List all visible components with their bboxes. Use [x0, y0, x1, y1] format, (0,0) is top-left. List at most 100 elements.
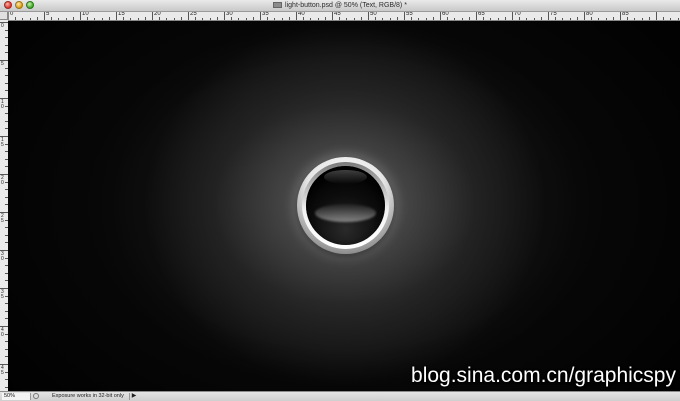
ruler-tick — [648, 17, 650, 20]
ruler-tick — [288, 17, 290, 20]
ruler-label-top: 80 — [586, 12, 593, 17]
document-title-area: light-button.psd @ 50% (Text, RGB/8) * — [0, 0, 680, 11]
ruler-tick — [108, 17, 110, 20]
zoom-level-field[interactable]: 50% — [2, 393, 31, 400]
ruler-label-left: 15 — [1, 137, 4, 148]
ruler-tick — [173, 18, 175, 20]
ruler-tick — [36, 17, 38, 20]
ruler-tick — [22, 18, 24, 20]
ruler-tick — [130, 18, 132, 20]
ruler-tick — [317, 18, 319, 20]
ruler-label-top: 35 — [262, 12, 269, 17]
ruler-origin-corner[interactable] — [0, 12, 8, 20]
ruler-tick — [404, 12, 405, 20]
ruler-tick — [180, 17, 182, 20]
ruler-tick — [598, 18, 600, 20]
ruler-tick — [101, 18, 103, 20]
ruler-label-left: 10 — [1, 99, 4, 110]
ruler-label-top: 20 — [154, 12, 161, 17]
ruler-label-left: 35 — [1, 289, 4, 300]
ruler-label-left: 40 — [1, 327, 4, 338]
ruler-tick — [310, 18, 312, 20]
ruler-tick — [512, 12, 513, 20]
ruler-tick — [80, 12, 81, 20]
ruler-tick — [656, 12, 657, 20]
ruler-tick — [51, 17, 53, 20]
ruler-tick — [569, 18, 571, 20]
ruler-tick — [360, 17, 362, 20]
ruler-label-top: 5 — [46, 12, 50, 17]
ruler-tick — [332, 12, 333, 20]
ruler-tick — [281, 18, 283, 20]
ruler-tick — [116, 12, 117, 20]
horizontal-ruler[interactable]: 0 5 10 15 20 25 30 35 40 45 50 55 60 65 70 75 80 85 — [8, 12, 680, 21]
ruler-tick — [224, 12, 225, 20]
ruler-tick — [497, 18, 499, 20]
ruler-tick — [58, 18, 60, 20]
ruler-tick — [166, 18, 168, 20]
ruler-tick — [188, 12, 189, 20]
ruler-tick — [15, 17, 17, 20]
ruler-label-left: 25 — [1, 213, 4, 224]
ruler-tick — [468, 17, 470, 20]
ruler-label-top: 85 — [622, 12, 629, 17]
ruler-tick — [490, 18, 492, 20]
ruler-label-top: 55 — [406, 12, 413, 17]
ruler-label-top: 25 — [190, 12, 197, 17]
ruler-tick — [44, 12, 45, 20]
ruler-label-top: 75 — [550, 12, 557, 17]
ruler-tick — [548, 12, 549, 20]
ruler-tick — [296, 12, 297, 20]
ruler-label-left: 20 — [1, 175, 4, 186]
ruler-tick — [72, 17, 74, 20]
ruler-tick — [245, 18, 247, 20]
document-title: light-button.psd @ 50% (Text, RGB/8) * — [285, 2, 407, 9]
ruler-tick — [368, 12, 369, 20]
ruler-tick — [576, 17, 578, 20]
ruler-tick — [620, 12, 621, 20]
status-info-icon — [33, 393, 39, 399]
ruler-tick — [396, 17, 398, 20]
ruler-tick — [663, 17, 665, 20]
ruler-label-left: 30 — [1, 251, 4, 262]
ruler-tick — [504, 17, 506, 20]
ruler-tick — [641, 18, 643, 20]
ruler-tick — [526, 18, 528, 20]
ruler-tick — [274, 18, 276, 20]
ruler-tick — [454, 18, 456, 20]
ruler-tick — [670, 18, 672, 20]
psd-document-icon — [273, 2, 283, 8]
ruler-tick — [562, 18, 564, 20]
ruler-tick — [389, 18, 391, 20]
ruler-tick — [209, 18, 211, 20]
ruler-label-left: 0 — [1, 23, 4, 29]
ruler-label-top: 15 — [118, 12, 125, 17]
ruler-tick — [540, 17, 542, 20]
ruler-tick — [137, 18, 139, 20]
ruler-tick — [425, 18, 427, 20]
ruler-tick — [418, 18, 420, 20]
button-top-gloss — [324, 170, 367, 184]
button-bottom-highlight — [315, 204, 376, 222]
ruler-tick — [324, 17, 326, 20]
status-menu-arrow-icon[interactable]: ▶ — [129, 393, 138, 400]
ruler-tick — [252, 17, 254, 20]
document-canvas[interactable]: blog.sina.com.cn/graphicspy — [8, 21, 680, 391]
ruler-tick — [65, 18, 67, 20]
watermark-text: blog.sina.com.cn/graphicspy — [411, 364, 676, 387]
ruler-label-top: 30 — [226, 12, 233, 17]
ruler-tick — [584, 12, 585, 20]
ruler-tick — [533, 18, 535, 20]
ruler-tick — [144, 17, 146, 20]
ruler-tick — [440, 12, 441, 20]
ruler-tick — [152, 12, 153, 20]
light-button-artwork — [297, 157, 394, 254]
ruler-tick — [238, 18, 240, 20]
ruler-label-left: 5 — [1, 61, 4, 67]
ruler-label-top: 65 — [478, 12, 485, 17]
ruler-tick — [461, 18, 463, 20]
ruler-tick — [29, 18, 31, 20]
ruler-tick — [94, 18, 96, 20]
ruler-label-top: 50 — [370, 12, 377, 17]
ruler-tick — [432, 17, 434, 20]
